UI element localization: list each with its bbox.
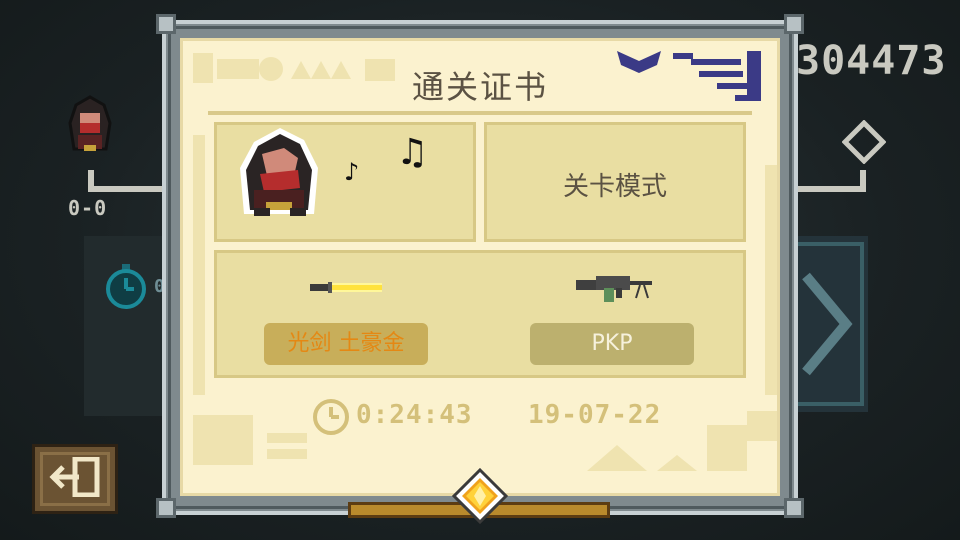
stats-bracket-right	[790, 170, 866, 192]
stats-bracket-left	[88, 170, 166, 192]
frame-corner	[784, 14, 804, 34]
title-divider	[208, 111, 752, 115]
lightsaber-icon	[310, 282, 382, 293]
frame-corner	[156, 498, 176, 518]
music-note-icon: ♪	[344, 158, 360, 186]
clear-date: 19-07-22	[528, 400, 662, 430]
portal-icon	[786, 236, 868, 412]
frame-corner	[784, 498, 804, 518]
stopwatch-icon	[106, 264, 146, 309]
diamond-icon	[842, 120, 886, 164]
weapon-1-name: 光剑 土豪金	[264, 323, 428, 365]
music-notes-icon: ♫	[396, 132, 429, 173]
exit-icon	[49, 457, 100, 497]
frame-corner	[156, 14, 176, 34]
clear-time: 0:24:43	[356, 400, 473, 430]
machine-gun-icon	[576, 276, 652, 302]
weapon-2-name: PKP	[530, 323, 694, 365]
exit-button[interactable]	[32, 444, 118, 514]
kill-score: 0-0	[68, 196, 108, 220]
clock-icon	[313, 399, 349, 435]
certificate-title: 通关证书	[411, 68, 548, 106]
game-mode-label: 关卡模式	[562, 172, 667, 202]
hero-portrait	[240, 128, 318, 216]
gem-icon	[452, 468, 508, 524]
